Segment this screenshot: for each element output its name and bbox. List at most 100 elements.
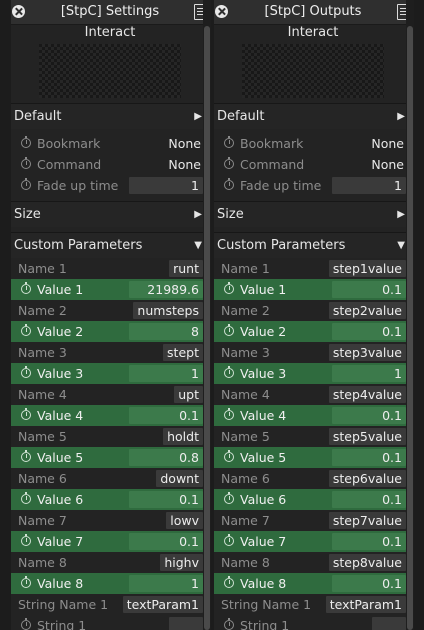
timer-icon[interactable] (21, 282, 31, 294)
name-field[interactable]: holdt (163, 428, 203, 445)
custom-section-header[interactable]: Custom Parameters ▼ (11, 232, 209, 258)
name-row[interactable]: Name 3 step3value (214, 342, 412, 363)
value-field[interactable]: 0.1 (332, 449, 406, 466)
name-row[interactable]: Name 4 upt (11, 384, 209, 405)
name-row[interactable]: Name 7 lowv (11, 510, 209, 531)
name-row[interactable]: Name 3 stept (11, 342, 209, 363)
value-row[interactable]: Value 3 1 (214, 363, 412, 384)
name-field[interactable]: lowv (166, 512, 203, 529)
value-row[interactable]: Value 3 1 (11, 363, 209, 384)
timer-icon[interactable] (21, 450, 31, 462)
value-field[interactable]: 0.1 (332, 533, 406, 550)
timer-icon[interactable] (224, 576, 234, 588)
name-row[interactable]: Name 4 step4value (214, 384, 412, 405)
interact-area[interactable] (242, 44, 384, 98)
timer-icon[interactable] (21, 618, 31, 630)
value-field[interactable]: 1 (129, 575, 203, 592)
scrollbar[interactable] (203, 0, 211, 630)
timer-icon[interactable] (224, 324, 234, 336)
string-row[interactable]: String 1 (214, 615, 412, 630)
timer-icon[interactable] (224, 282, 234, 294)
timer-icon[interactable] (21, 408, 31, 420)
custom-section-header[interactable]: Custom Parameters ▼ (214, 232, 412, 258)
name-field[interactable]: step1value (328, 260, 406, 277)
string-name-row[interactable]: String Name 1 textParam1 (214, 594, 412, 615)
fade-row[interactable]: Fade up time 1 (214, 175, 412, 196)
value-field[interactable]: 0.1 (129, 407, 203, 424)
value-row[interactable]: Value 7 0.1 (214, 531, 412, 552)
string-row[interactable]: String 1 (11, 615, 209, 630)
value-row[interactable]: Value 1 21989.6 (11, 279, 209, 300)
bookmark-value[interactable]: None (168, 133, 201, 154)
value-row[interactable]: Value 4 0.1 (11, 405, 209, 426)
name-row[interactable]: Name 8 highv (11, 552, 209, 573)
string-field[interactable] (169, 617, 203, 630)
name-row[interactable]: Name 5 holdt (11, 426, 209, 447)
value-row[interactable]: Value 8 0.1 (214, 573, 412, 594)
name-row[interactable]: Name 1 step1value (214, 258, 412, 279)
name-field[interactable]: step5value (328, 428, 406, 445)
name-field[interactable]: upt (174, 386, 203, 403)
value-row[interactable]: Value 5 0.1 (214, 447, 412, 468)
scrollbar-thumb[interactable] (407, 26, 413, 630)
default-section-header[interactable]: Default ▶ (214, 103, 412, 129)
name-field[interactable]: highv (160, 554, 203, 571)
string-field[interactable] (372, 617, 406, 630)
timer-icon[interactable] (224, 136, 234, 148)
timer-icon[interactable] (21, 136, 31, 148)
string-name-field[interactable]: textParam1 (325, 596, 406, 613)
name-field[interactable]: step7value (328, 512, 406, 529)
interact-area[interactable] (39, 44, 181, 98)
value-field[interactable]: 0.1 (129, 533, 203, 550)
name-row[interactable]: Name 6 step6value (214, 468, 412, 489)
timer-icon[interactable] (21, 576, 31, 588)
timer-icon[interactable] (21, 324, 31, 336)
timer-icon[interactable] (21, 157, 31, 169)
timer-icon[interactable] (224, 492, 234, 504)
value-field[interactable]: 1 (129, 365, 203, 382)
fade-row[interactable]: Fade up time 1 (11, 175, 209, 196)
bookmark-row[interactable]: Bookmark None (11, 133, 209, 154)
command-value[interactable]: None (371, 154, 404, 175)
string-name-field[interactable]: textParam1 (122, 596, 203, 613)
timer-icon[interactable] (224, 157, 234, 169)
value-field[interactable]: 0.1 (129, 491, 203, 508)
name-field[interactable]: step3value (328, 344, 406, 361)
panel-titlebar[interactable]: [StpC] Outputs (214, 0, 412, 25)
value-field[interactable]: 0.1 (332, 407, 406, 424)
value-row[interactable]: Value 4 0.1 (214, 405, 412, 426)
value-row[interactable]: Value 6 0.1 (214, 489, 412, 510)
name-field[interactable]: step6value (328, 470, 406, 487)
value-row[interactable]: Value 2 8 (11, 321, 209, 342)
name-row[interactable]: Name 2 numsteps (11, 300, 209, 321)
fade-field[interactable]: 1 (332, 177, 406, 194)
string-name-row[interactable]: String Name 1 textParam1 (11, 594, 209, 615)
timer-icon[interactable] (21, 492, 31, 504)
name-row[interactable]: Name 1 runt (11, 258, 209, 279)
name-field[interactable]: step2value (328, 302, 406, 319)
value-row[interactable]: Value 6 0.1 (11, 489, 209, 510)
bookmark-row[interactable]: Bookmark None (214, 133, 412, 154)
name-row[interactable]: Name 2 step2value (214, 300, 412, 321)
timer-icon[interactable] (224, 534, 234, 546)
panel-titlebar[interactable]: [StpC] Settings (11, 0, 209, 25)
value-row[interactable]: Value 8 1 (11, 573, 209, 594)
value-field[interactable]: 0.1 (332, 281, 406, 298)
value-field[interactable]: 0.1 (332, 323, 406, 340)
close-icon[interactable] (215, 5, 228, 18)
name-field[interactable]: numsteps (133, 302, 203, 319)
default-section-header[interactable]: Default ▶ (11, 103, 209, 129)
timer-icon[interactable] (224, 408, 234, 420)
scrollbar[interactable] (406, 0, 414, 630)
value-field[interactable]: 1 (332, 365, 406, 382)
name-field[interactable]: step4value (328, 386, 406, 403)
name-row[interactable]: Name 7 step7value (214, 510, 412, 531)
name-field[interactable]: downt (156, 470, 203, 487)
value-row[interactable]: Value 5 0.8 (11, 447, 209, 468)
timer-icon[interactable] (224, 366, 234, 378)
command-value[interactable]: None (168, 154, 201, 175)
size-section-header[interactable]: Size ▶ (11, 201, 209, 227)
timer-icon[interactable] (224, 618, 234, 630)
name-field[interactable]: runt (169, 260, 203, 277)
timer-icon[interactable] (21, 366, 31, 378)
